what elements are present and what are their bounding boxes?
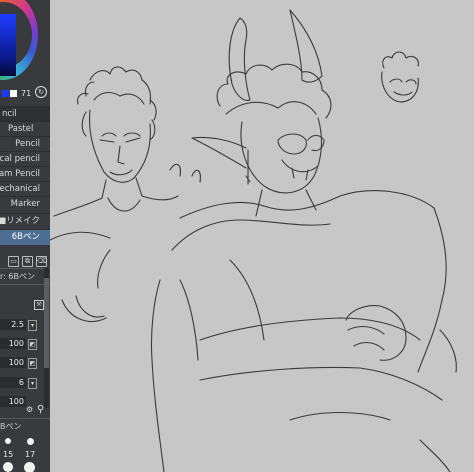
brush-item[interactable]: 6Bペン	[0, 229, 50, 245]
brush-size-dot[interactable]	[27, 438, 34, 445]
main-color-swatch[interactable]	[2, 90, 9, 97]
brush-size-dot[interactable]	[3, 462, 13, 472]
brush-item[interactable]: ɢam Pencil	[0, 166, 50, 182]
brush-size-label: 15	[3, 450, 14, 459]
brush-item-label: 彩■リメイク	[0, 216, 40, 226]
brush-size-dot[interactable]	[5, 438, 11, 444]
brush-item[interactable]: 彩■リメイク	[0, 213, 50, 229]
brush-value-5[interactable]: 100	[0, 396, 26, 407]
brush-size-dot[interactable]	[24, 462, 35, 472]
settings-icon[interactable]: ⚙	[26, 405, 33, 414]
brush-tab-label: ncil	[2, 109, 17, 119]
brush-item-label: 6Bペン	[11, 232, 40, 242]
brush-tab[interactable]: ncil	[0, 106, 50, 122]
circular-arrow-icon[interactable]: ↻	[35, 86, 47, 98]
delete-icon[interactable]: ⌫	[36, 256, 47, 267]
brush-item[interactable]: Pastel	[0, 121, 50, 137]
brush-item-label: ical pencil	[0, 154, 40, 164]
folder-icon[interactable]: ▭	[8, 256, 19, 267]
divider	[0, 418, 50, 419]
brush-item-label: Pastel	[8, 124, 34, 134]
color-value-readout: 71	[21, 89, 32, 98]
opacity-value[interactable]: 100	[0, 357, 26, 368]
brush-item[interactable]: Pencil	[0, 136, 50, 152]
sub-color-swatch[interactable]	[10, 90, 17, 97]
brush-item-label: Marker	[10, 199, 40, 209]
density-value[interactable]: 100	[0, 338, 26, 349]
brush-size-palette-label: Bペン	[0, 422, 22, 431]
brush-item-label: ɢam Pencil	[0, 169, 40, 179]
brush-item[interactable]: ical pencil	[0, 151, 50, 167]
density-stepper[interactable]: ◩	[28, 339, 37, 350]
sub-tool-name: r: 6Bペン	[0, 272, 35, 281]
wrench-icon[interactable]: ⚒	[34, 300, 44, 310]
brush-size-label: 17	[25, 450, 36, 459]
brush-item[interactable]: Mechanical	[0, 181, 50, 197]
sketch-artwork	[50, 9, 457, 472]
copy-icon[interactable]: ⧉	[22, 256, 33, 267]
divider	[0, 284, 50, 285]
tool-sidebar: 71 ↻ ncil Pastel Pencil ical pencil ɢam Pen…	[0, 0, 50, 472]
divider	[0, 268, 50, 269]
opacity-stepper[interactable]: ◩	[28, 358, 37, 369]
drawing-canvas[interactable]	[50, 0, 474, 472]
stabilization-value[interactable]: 6	[0, 377, 26, 388]
brush-item-label: Pencil	[15, 139, 40, 149]
brush-size-value[interactable]: 2.5	[0, 319, 26, 330]
color-saturation-square[interactable]	[0, 14, 16, 76]
stabilization-stepper[interactable]: ▾	[28, 378, 37, 389]
brush-item[interactable]: Marker	[0, 196, 50, 212]
brush-item-label: Mechanical	[0, 184, 40, 194]
property-scrollbar-thumb[interactable]	[44, 278, 49, 368]
brush-size-stepper[interactable]: ▾	[28, 320, 37, 331]
